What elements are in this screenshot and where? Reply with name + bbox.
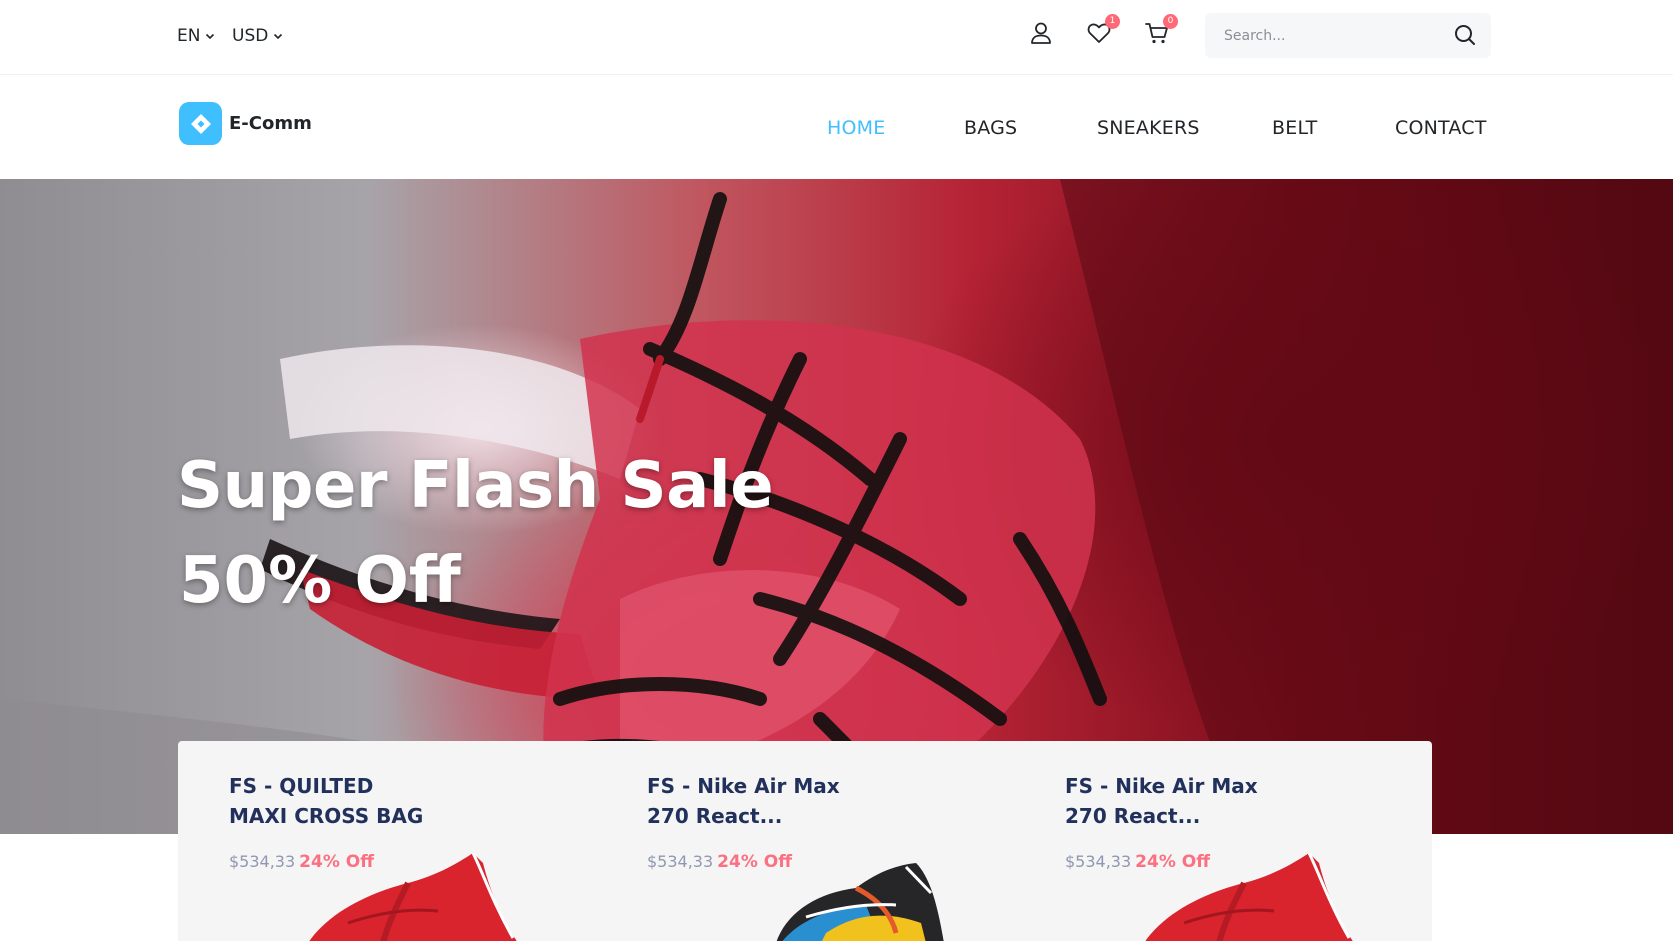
currency-label: USD [232,26,269,46]
red-sneaker-image [1145,853,1353,941]
product-name: FS - Nike Air Max 270 React... [647,771,907,831]
language-label: EN [177,26,201,46]
original-price: $534,33 [647,852,714,871]
original-price: $534,33 [229,852,296,871]
nav-belt[interactable]: BELT [1272,117,1317,143]
nav-home[interactable]: HOME [827,117,885,143]
product-name-line1: FS - Nike Air Max [1065,774,1258,798]
product-name: FS - Nike Air Max 270 React... [1065,771,1325,831]
logo-mark-icon [179,102,222,145]
search-icon[interactable] [1453,23,1477,47]
flash-sale-cards: FS - QUILTED MAXI CROSS BAG $534,33 24% O… [178,741,1432,941]
product-name-line2: 270 React... [1065,804,1201,828]
nav-sneakers[interactable]: SNEAKERS [1097,117,1200,143]
product-name-line2: MAXI CROSS BAG [229,804,424,828]
product-name-line1: FS - Nike Air Max [647,774,840,798]
wishlist-count-badge: 1 [1105,14,1120,29]
user-account-button[interactable] [1028,20,1056,48]
user-icon [1031,22,1051,44]
brand-name: E-Comm [229,113,312,134]
product-card[interactable]: FS - Nike Air Max 270 React... $534,33 24… [1014,741,1432,941]
nav-contact[interactable]: CONTACT [1395,117,1487,143]
search-box [1205,13,1491,58]
top-bar: EN USD 1 0 [0,0,1673,75]
product-name-line2: 270 React... [647,804,783,828]
wishlist-button[interactable]: 1 [1086,14,1120,48]
product-name-line1: FS - QUILTED [229,774,374,798]
chevron-down-icon [274,33,283,40]
hero-title: Super Flash Sale [177,449,774,523]
hero-banner: Super Flash Sale 50% Off [0,179,1673,834]
currency-selector[interactable]: USD [232,24,283,48]
search-input[interactable] [1224,27,1454,44]
red-sneaker-image [309,853,517,941]
original-price: $534,33 [1065,852,1132,871]
multicolor-sneaker-image [776,863,944,941]
hero-subtitle: 50% Off [179,544,461,618]
main-navigation: E-Comm HOME BAGS SNEAKERS BELT CONTACT [0,75,1673,179]
cart-count-badge: 0 [1163,14,1178,29]
language-selector[interactable]: EN [177,24,215,48]
product-name: FS - QUILTED MAXI CROSS BAG [229,771,489,831]
chevron-down-icon [206,33,215,40]
product-card[interactable]: FS - Nike Air Max 270 React... $534,33 24… [596,741,1014,941]
product-card[interactable]: FS - QUILTED MAXI CROSS BAG $534,33 24% O… [178,741,596,941]
cart-button[interactable]: 0 [1144,14,1178,48]
brand-logo[interactable]: E-Comm [179,102,312,145]
nav-bags[interactable]: BAGS [964,117,1017,143]
